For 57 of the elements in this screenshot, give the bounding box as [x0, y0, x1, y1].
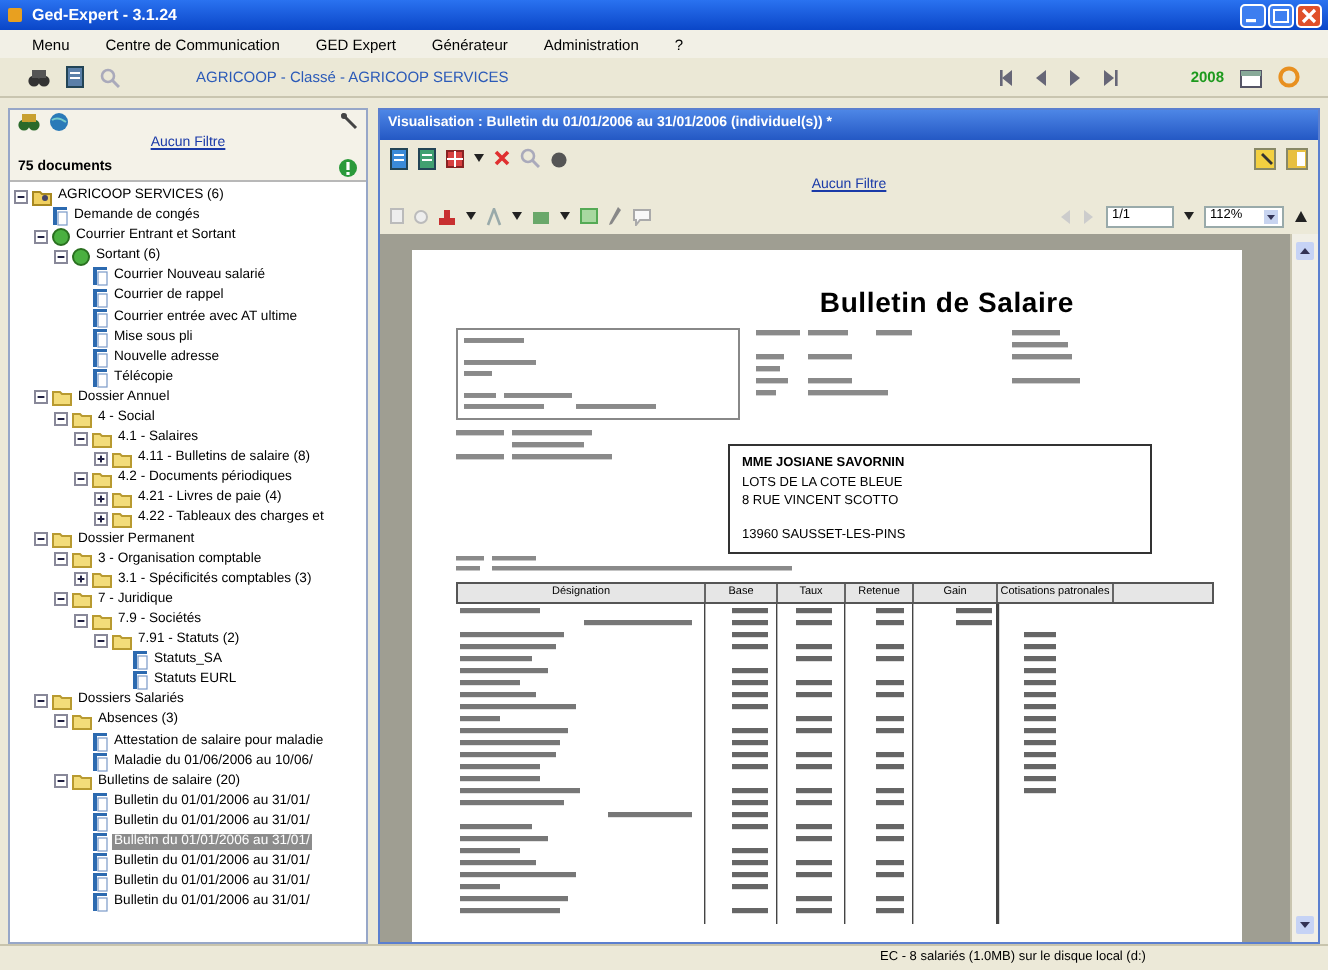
dropdown-icon — [1264, 209, 1278, 223]
caret-icon[interactable] — [560, 212, 570, 220]
scroll-down-icon[interactable] — [1296, 916, 1314, 934]
collapse-icon[interactable] — [54, 774, 68, 789]
pen-icon[interactable] — [608, 206, 622, 226]
calendar-icon[interactable] — [1240, 67, 1262, 87]
circle-icon — [52, 227, 70, 246]
collapse-icon[interactable] — [34, 390, 48, 405]
close-icon[interactable] — [1296, 3, 1322, 27]
caret-icon[interactable] — [512, 212, 522, 220]
folder-icon — [32, 187, 52, 206]
circle-icon — [72, 247, 90, 266]
pin-icon[interactable] — [340, 112, 358, 132]
globe-icon[interactable] — [48, 112, 70, 132]
expand-icon[interactable] — [74, 572, 88, 587]
collapse-icon[interactable] — [54, 592, 68, 607]
collapse-icon[interactable] — [34, 693, 48, 708]
caret-icon[interactable] — [466, 212, 476, 220]
first-icon[interactable] — [998, 67, 1017, 87]
last-icon[interactable] — [1100, 67, 1119, 87]
document-icon — [52, 206, 68, 227]
previous-icon[interactable] — [1032, 67, 1051, 87]
document-icon[interactable] — [418, 147, 436, 169]
help-icon[interactable] — [338, 158, 358, 178]
app-icon — [6, 6, 24, 24]
grid-icon[interactable] — [446, 149, 464, 167]
collapse-icon[interactable] — [74, 471, 88, 486]
collapse-icon[interactable] — [34, 229, 48, 244]
zoom-in-icon[interactable] — [1294, 209, 1308, 223]
collapse-icon[interactable] — [94, 633, 108, 648]
collapse-icon[interactable] — [14, 189, 28, 204]
next-icon[interactable] — [1066, 67, 1085, 87]
stamp-icon[interactable] — [438, 207, 456, 225]
expand-icon[interactable] — [94, 512, 108, 527]
expand-icon[interactable] — [94, 451, 108, 466]
folder-icon — [72, 772, 92, 791]
window-title: Ged-Expert - 3.1.24 — [32, 5, 179, 25]
minimize-icon[interactable] — [1240, 3, 1266, 27]
collapse-icon[interactable] — [54, 552, 68, 567]
document-icon[interactable] — [390, 147, 408, 169]
delete-icon[interactable] — [494, 150, 510, 166]
collapse-icon[interactable] — [54, 411, 68, 426]
layout-icon[interactable] — [1254, 147, 1276, 169]
caret-icon[interactable] — [1184, 212, 1194, 220]
collapse-icon[interactable] — [34, 532, 48, 547]
collapse-icon[interactable] — [74, 431, 88, 446]
scroll-up-icon[interactable] — [1296, 242, 1314, 260]
binoculars-icon[interactable] — [18, 112, 40, 132]
expand-icon[interactable] — [94, 491, 108, 506]
binoculars-icon[interactable] — [28, 67, 50, 87]
collapse-icon[interactable] — [54, 713, 68, 728]
collapse-icon[interactable] — [54, 249, 68, 264]
maximize-icon[interactable] — [1268, 3, 1294, 27]
caret-icon[interactable] — [474, 154, 484, 162]
collapse-icon[interactable] — [74, 613, 88, 628]
document-icon[interactable] — [66, 66, 84, 88]
document-title: Bulletin de Salaire — [819, 286, 1074, 320]
